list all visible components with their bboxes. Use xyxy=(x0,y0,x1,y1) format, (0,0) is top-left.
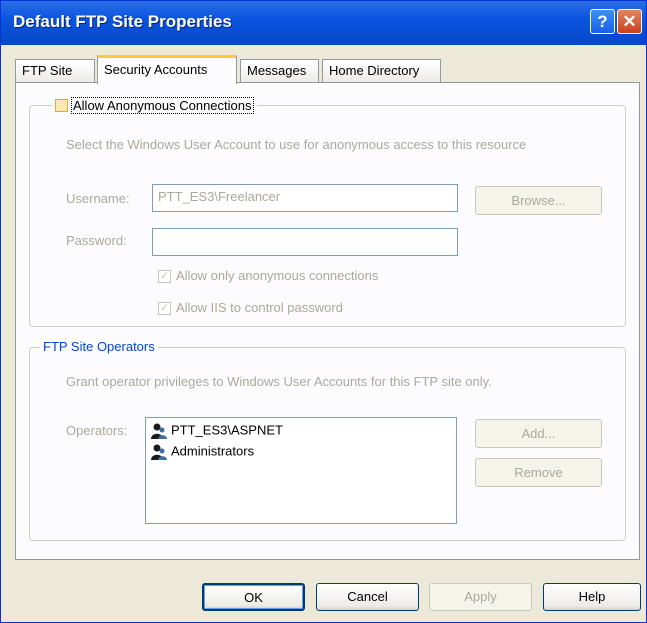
remove-button[interactable]: Remove xyxy=(475,458,602,487)
allow-anonymous-checkbox[interactable] xyxy=(55,99,68,112)
add-button[interactable]: Add... xyxy=(475,419,602,448)
allow-anonymous-label[interactable]: Allow Anonymous Connections xyxy=(71,97,254,114)
cancel-button[interactable]: Cancel xyxy=(316,583,419,611)
operator-name: Administrators xyxy=(171,443,255,459)
anonymous-description: Select the Windows User Account to use f… xyxy=(66,137,527,152)
password-label: Password: xyxy=(66,233,127,248)
tab-ftp-site[interactable]: FTP Site xyxy=(15,59,95,82)
title-bar[interactable]: Default FTP Site Properties ? ✕ xyxy=(1,1,646,45)
username-label: Username: xyxy=(66,191,130,206)
tab-security-accounts[interactable]: Security Accounts xyxy=(97,55,237,84)
operator-name: PTT_ES3\ASPNET xyxy=(171,422,283,438)
window-title: Default FTP Site Properties xyxy=(13,12,232,31)
list-item[interactable]: PTT_ES3\ASPNET xyxy=(150,422,283,442)
username-field[interactable]: PTT_ES3\Freelancer xyxy=(152,184,458,212)
operators-list[interactable]: PTT_ES3\ASPNET Administrators xyxy=(145,417,457,524)
help-button[interactable]: Help xyxy=(543,583,641,611)
operators-label: Operators: xyxy=(66,423,128,438)
iis-password-label: Allow IIS to control password xyxy=(176,300,343,315)
properties-dialog: Default FTP Site Properties ? ✕ FTP Site… xyxy=(0,0,647,623)
operators-description: Grant operator privileges to Windows Use… xyxy=(66,374,492,389)
tab-messages[interactable]: Messages xyxy=(240,59,319,82)
iis-password-checkbox[interactable]: ✓ xyxy=(158,302,171,315)
anonymous-legend: Allow Anonymous Connections xyxy=(52,97,257,114)
apply-button[interactable]: Apply xyxy=(429,583,532,611)
password-field[interactable] xyxy=(152,228,458,256)
only-anonymous-label: Allow only anonymous connections xyxy=(176,268,379,283)
ok-button[interactable]: OK xyxy=(202,583,305,611)
only-anonymous-checkbox[interactable]: ✓ xyxy=(158,270,171,283)
browse-button[interactable]: Browse... xyxy=(475,186,602,215)
user-group-icon xyxy=(151,423,167,439)
help-title-button[interactable]: ? xyxy=(590,9,615,34)
list-item[interactable]: Administrators xyxy=(150,443,254,463)
user-group-icon xyxy=(151,444,167,460)
close-button[interactable]: ✕ xyxy=(617,9,642,34)
tab-home-directory[interactable]: Home Directory xyxy=(322,59,441,82)
operators-legend: FTP Site Operators xyxy=(40,339,158,354)
